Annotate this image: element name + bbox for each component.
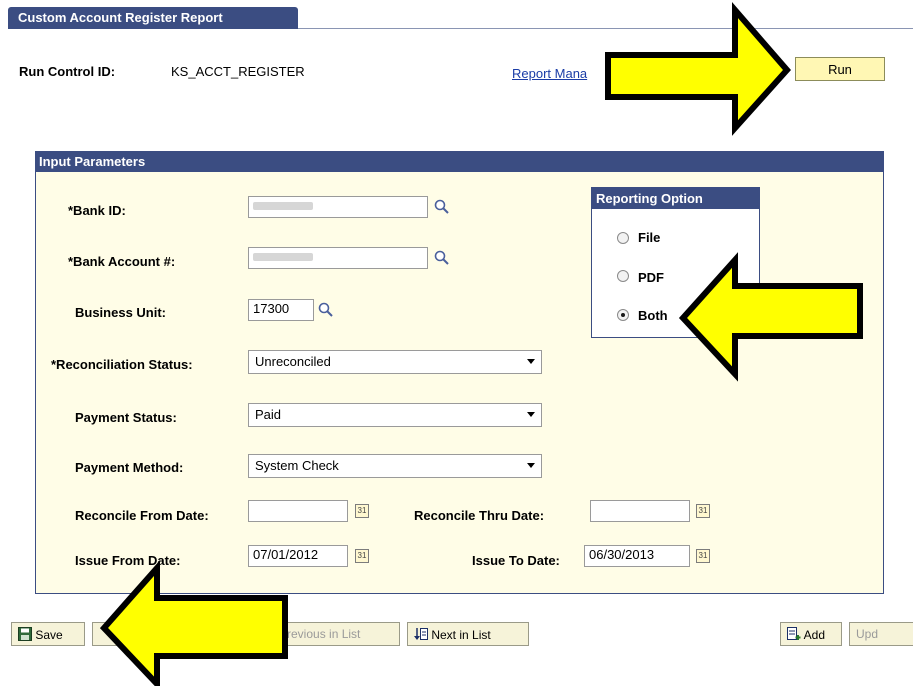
annotation-arrow-save bbox=[99, 560, 288, 686]
annotation-arrows bbox=[99, 1, 863, 686]
annotation-arrow-both bbox=[678, 252, 863, 382]
annotation-arrow-run bbox=[605, 1, 791, 136]
